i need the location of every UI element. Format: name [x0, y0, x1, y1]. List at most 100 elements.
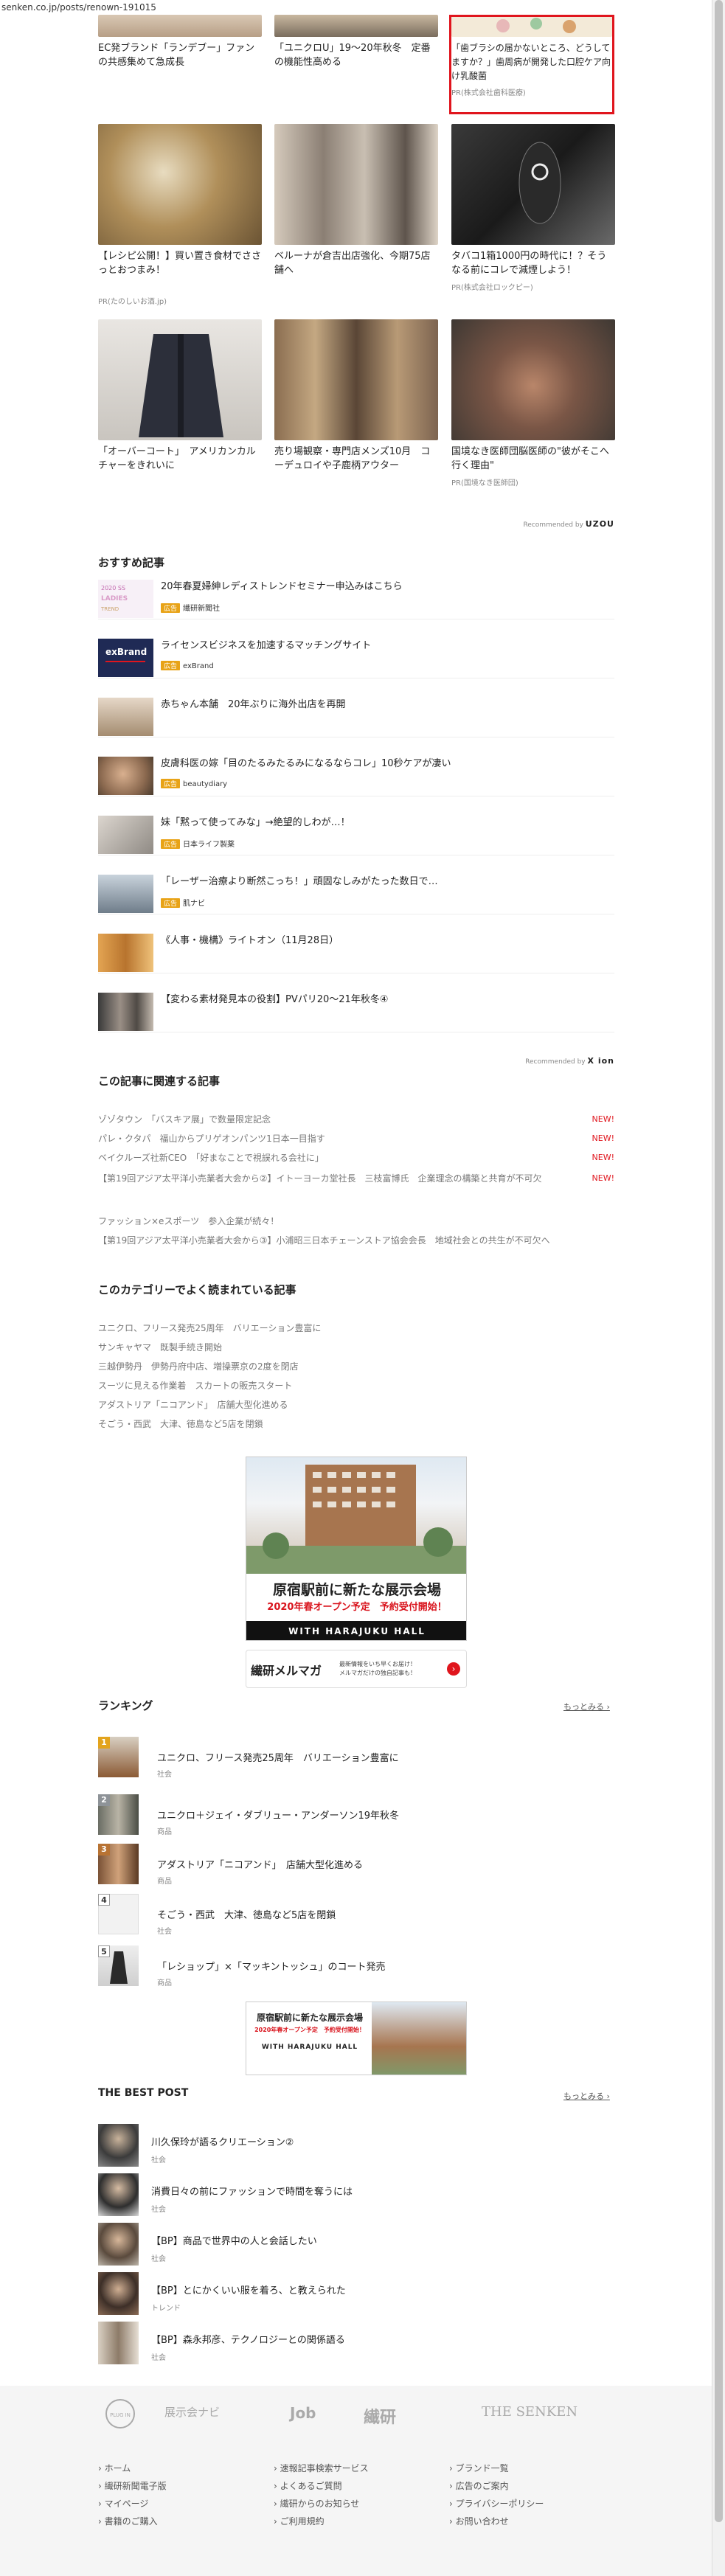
footer-link-terms[interactable]: › ご利用規約	[274, 2513, 443, 2530]
ranking-category: 商品	[157, 1979, 172, 1987]
footer-link-brands[interactable]: › ブランド一覧	[449, 2459, 619, 2477]
rank-number: 3	[98, 1844, 110, 1855]
category-item[interactable]: スーツに見える作業着 スカートの販売スタート	[98, 1379, 292, 1392]
mailmag-banner[interactable]: 繊研メルマガ 最新情報をいち早くお届け！ メルマガだけの独自記事も！ ›	[246, 1650, 467, 1688]
reco-card[interactable]: EC発ブランド「ランデブー」ファンの共感集めて急成長	[98, 15, 262, 69]
new-badge: NEW!	[592, 1173, 614, 1183]
category-item[interactable]: サンキャヤマ 既製手続き開始	[98, 1341, 222, 1353]
harajuku-hall-banner-small[interactable]: 原宿駅前に新たな展示会場 2020年春オープン予定 予約受付開始！ WITH H…	[246, 2002, 467, 2075]
reco-card[interactable]: 「歯ブラシの届かないところ、どうしてますか？」歯周病が開発した口腔ケア向け乳酸菌…	[451, 15, 612, 97]
scrollbar-thumb[interactable]	[715, 0, 723, 2522]
related-item[interactable]: パレ・クタパ 福山からプリゲオンパンツ1日本一目指す NEW!	[98, 1131, 614, 1146]
footer-link-ads[interactable]: › 広告のご案内	[449, 2477, 619, 2495]
senken-logo[interactable]: 繊研	[364, 2404, 396, 2428]
related-item[interactable]: ファッション×eスポーツ 参入企業が続々！	[98, 1214, 614, 1229]
card-image	[274, 319, 438, 440]
new-badge: NEW!	[592, 1133, 614, 1143]
ranking-item[interactable]: 3 アダストリア「ニコアンド」 店舗大型化進める 商品	[98, 1844, 614, 1889]
card-pr: PR(国境なき医師団)	[451, 479, 518, 487]
footer-link-search-service[interactable]: › 速報記事検索サービス	[274, 2459, 443, 2477]
item-title: 《人事・機構》ライトオン（11月28日）	[161, 935, 339, 946]
category-item[interactable]: そごう・西武 大津、徳島など5店を閉鎖	[98, 1417, 263, 1430]
item-title: 赤ちゃん本舗 20年ぶりに海外出店を再開	[161, 699, 346, 710]
card-image	[98, 319, 262, 440]
category-item[interactable]: アダストリア「ニコアンド」 店舗大型化進める	[98, 1398, 288, 1411]
best-post-heading: THE BEST POST	[98, 2087, 189, 2099]
ranking-item[interactable]: 4 そごう・西武 大津、徳島など5店を閉鎖 社会	[98, 1894, 614, 1940]
best-post-category: 社会	[151, 2156, 166, 2164]
best-post-item[interactable]: 【BP】商品で世界中の人と会話したい 社会	[98, 2223, 614, 2268]
harajuku-hall-banner[interactable]: 原宿駅前に新たな展示会場 2020年春オープン予定 予約受付開始！ WITH H…	[246, 1457, 467, 1641]
ranking-category: 社会	[157, 1928, 172, 1936]
footer-link-mypage[interactable]: › マイページ	[98, 2495, 268, 2513]
best-post-item[interactable]: 川久保玲が語るクリエーション② 社会	[98, 2124, 614, 2170]
reco-card[interactable]: 売り場観察・専門店メンズ10月 コーデュロイや子鹿柄アウター	[274, 319, 438, 473]
plugin-logo[interactable]: PLUG IN	[105, 2399, 135, 2429]
osusume-item[interactable]: 赤ちゃん本舗 20年ぶりに海外出店を再開	[98, 693, 614, 737]
reco-card[interactable]: 【レシピ公開！】買い置き食材でささっとおつまみ！ PR(たのしいお酒.jp)	[98, 124, 262, 306]
related-item[interactable]: ゾゾタウン 「バスキア展」で数量限定記念 NEW!	[98, 1112, 614, 1127]
best-post-title: 消費日々の前にファッションで時間を奪うには	[151, 2187, 353, 2198]
footer-link-contact[interactable]: › お問い合わせ	[449, 2513, 619, 2530]
osusume-item[interactable]: exBrand ライセンスビジネスを加速するマッチングサイト 広告 exBrand	[98, 634, 614, 678]
best-post-item[interactable]: 消費日々の前にファッションで時間を奪うには 社会	[98, 2173, 614, 2219]
best-post-more-link[interactable]: もっとみる ›	[563, 2090, 610, 2102]
osusume-heading: おすすめ記事	[98, 556, 165, 569]
banner-headline: 原宿駅前に新たな展示会場	[272, 1582, 441, 1598]
item-title: ライセンスビジネスを加速するマッチングサイト	[161, 640, 372, 651]
ranking-more-link[interactable]: もっとみる ›	[563, 1701, 610, 1712]
banner-subline: 2020年春オープン予定 予約受付開始！	[254, 2027, 365, 2033]
banner-brand: WITH HARAJUKU HALL	[246, 1621, 466, 1640]
osusume-item[interactable]: 《人事・機構》ライトオン（11月28日）	[98, 929, 614, 973]
mailmag-title: 繊研メルマガ	[251, 1664, 322, 1678]
best-post-item[interactable]: 【BP】とにかくいい服を着ろ、と教えられた トレンド	[98, 2272, 614, 2318]
rank-number: 5	[98, 1945, 110, 1957]
footer-link-books[interactable]: › 書籍のご購入	[98, 2513, 268, 2530]
best-post-image	[98, 2223, 139, 2266]
reco-card[interactable]: ベルーナが倉吉出店強化、今期75店舗へ	[274, 124, 438, 277]
item-title: 「レーザー治療より断然こっち！」頑固なしみがたった数日で…	[161, 876, 438, 887]
reco-card[interactable]: 国境なき医師団脳医師の"彼がそこへ行く理由" PR(国境なき医師団)	[451, 319, 615, 487]
footer-link-privacy[interactable]: › プライバシーポリシー	[449, 2495, 619, 2513]
the-senken-logo[interactable]: THE SENKEN	[482, 2404, 577, 2420]
svg-text:2020 SS: 2020 SS	[101, 585, 125, 591]
reco-card[interactable]: タバコ1箱1000円の時代に！？そうなる前にコレで減煙しよう！ PR(株式会社ロ…	[451, 124, 615, 292]
category-item[interactable]: 三越伊勢丹 伊勢丹府中店、増操票京の2度を閉店	[98, 1360, 299, 1372]
svg-text:exBrand: exBrand	[105, 647, 147, 657]
new-badge: NEW!	[592, 1114, 614, 1124]
svg-text:LADIES: LADIES	[101, 595, 128, 603]
footer-link-news[interactable]: › 繊研からのお知らせ	[274, 2495, 443, 2513]
footer-logos: PLUG IN 展示会ナビ Job 繊研 THE SENKEN	[98, 2393, 614, 2437]
osusume-item[interactable]: 妹「黙って使ってみな」→絶望的しわが…！ 広告 日本ライフ製薬	[98, 811, 614, 855]
reco-card[interactable]: 「オーバーコート」 アメリカンカルチャーをきれいに	[98, 319, 262, 473]
card-image	[98, 124, 262, 245]
senken-job-logo[interactable]: Job	[290, 2404, 316, 2422]
related-item[interactable]: 【第19回アジア太平洋小売業者大会から③】小浦昭三日本チェーンストア協会会長 地…	[98, 1233, 614, 1248]
item-thumbnail	[98, 698, 153, 736]
recommended-by-xion[interactable]: Recommended by X ion	[525, 1056, 614, 1066]
footer-link-home[interactable]: › ホーム	[98, 2459, 268, 2477]
osusume-item[interactable]: 2020 SS LADIES TREND 20年春夏婦紳レディストレンドセミナー申込…	[98, 575, 614, 619]
banner-building-image	[372, 2002, 466, 2075]
osusume-item[interactable]: 皮膚科医の嫁「目のたるみたるみになるならコレ」10秒ケアが凄い 広告 beauty…	[98, 752, 614, 796]
ranking-item[interactable]: 1 ユニクロ、フリース発売25周年 バリエーション豊富に 社会	[98, 1737, 614, 1782]
vertical-scrollbar[interactable]	[712, 0, 725, 2576]
ranking-item[interactable]: 2 ユニクロ＋ジェイ・ダブリュー・アンダーソン19年秋冬 商品	[98, 1794, 614, 1840]
rank-number: 2	[98, 1794, 110, 1806]
related-item[interactable]: ベイクルーズ社新CEO 「好まなことで視誤れる会社に」 NEW!	[98, 1150, 614, 1165]
recommended-by-uzou[interactable]: Recommended by UZOU	[523, 519, 614, 529]
card-title: 売り場観察・専門店メンズ10月 コーデュロイや子鹿柄アウター	[274, 446, 431, 471]
best-post-item[interactable]: 【BP】森永邦彦、テクノロジーとの関係語る 社会	[98, 2322, 614, 2367]
new-badge: NEW!	[592, 1153, 614, 1162]
ranking-item[interactable]: 5 「レショップ」×「マッキントッシュ」のコート発売 商品	[98, 1945, 614, 1991]
related-item[interactable]: 【第19回アジア太平洋小売業者大会から②】イトーヨーカ堂社長 三枝富博氏 企業理…	[98, 1171, 614, 1186]
osusume-item[interactable]: 【変わる素材発見本の役割】PVパリ20～21年秋冬④	[98, 988, 614, 1032]
osusume-item[interactable]: 「レーザー治療より断然こっち！」頑固なしみがたった数日で… 広告 肌ナビ	[98, 870, 614, 914]
footer-link-faq[interactable]: › よくあるご質問	[274, 2477, 443, 2495]
footer-link-digital[interactable]: › 繊研新聞電子版	[98, 2477, 268, 2495]
tenjikai-navi-logo[interactable]: 展示会ナビ	[164, 2404, 220, 2420]
card-pr: PR(株式会社歯科医療)	[451, 89, 526, 97]
item-title: 20年春夏婦紳レディストレンドセミナー申込みはこちら	[161, 581, 403, 592]
reco-card[interactable]: 「ユニクロU」19～20年秋冬 定番の機能性高める	[274, 15, 438, 69]
category-item[interactable]: ユニクロ、フリース発売25周年 バリエーション豊富に	[98, 1322, 321, 1334]
